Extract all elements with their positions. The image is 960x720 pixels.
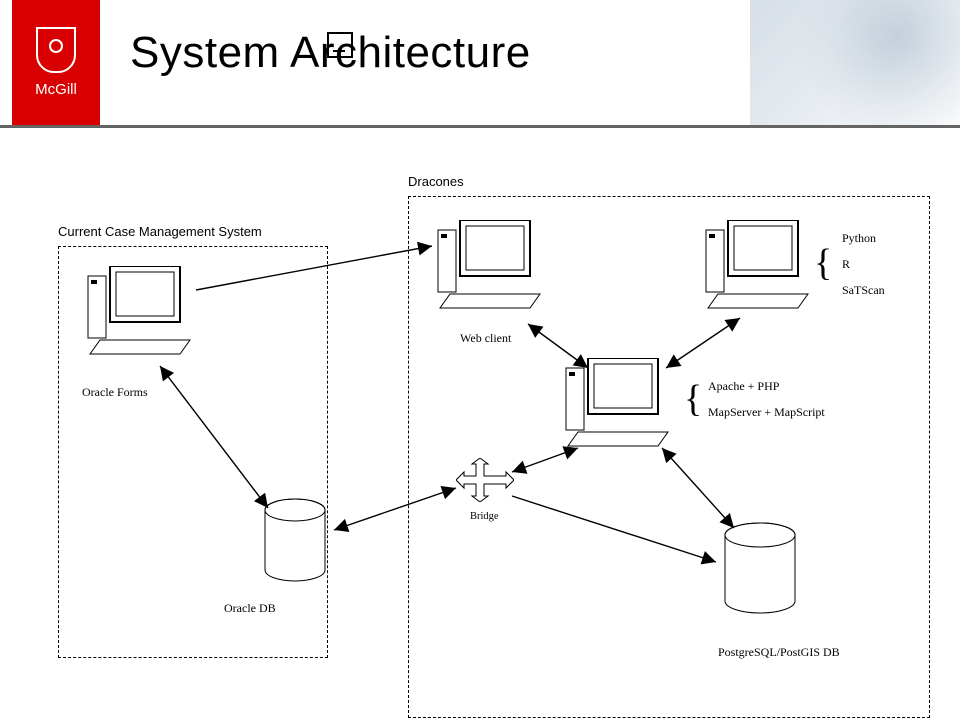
database-icon xyxy=(720,522,800,622)
label-pg-db: PostgreSQL/PostGIS DB xyxy=(718,642,840,662)
group-label-right: Dracones xyxy=(408,174,464,189)
node-bridge xyxy=(456,458,514,507)
shield-icon xyxy=(36,27,76,73)
architecture-diagram: Current Case Management System Dracones … xyxy=(0,128,960,720)
group-label-left: Current Case Management System xyxy=(58,224,262,239)
mcgill-logo: McGill xyxy=(12,0,100,125)
computer-icon xyxy=(700,220,810,312)
page-title: System Architecture xyxy=(130,28,531,78)
label-oracle-forms: Oracle Forms xyxy=(82,382,148,402)
label-appserver-0: Apache + PHP xyxy=(708,376,779,396)
logo-text: McGill xyxy=(35,81,77,98)
node-pg-db xyxy=(720,522,800,627)
label-web-client: Web client xyxy=(460,328,511,348)
database-icon xyxy=(260,498,330,590)
computer-icon xyxy=(560,358,670,450)
header-background-image xyxy=(750,0,960,125)
title-decor-icon xyxy=(327,32,353,58)
node-web-client xyxy=(432,220,542,317)
node-analytics xyxy=(700,220,810,317)
computer-icon xyxy=(432,220,542,312)
node-oracle-forms xyxy=(82,266,192,363)
bridge-icon xyxy=(456,458,514,502)
slide-header: McGill System Architecture xyxy=(0,0,960,128)
brace-icon: { xyxy=(814,244,832,282)
label-appserver-1: MapServer + MapScript xyxy=(708,402,825,422)
label-analytics-0: Python xyxy=(842,228,876,248)
label-analytics-2: SaTScan xyxy=(842,280,885,300)
node-oracle-db xyxy=(260,498,330,595)
label-oracle-db: Oracle DB xyxy=(224,598,276,618)
label-analytics-1: R xyxy=(842,254,850,274)
brace-icon: { xyxy=(684,380,702,418)
node-app-server xyxy=(560,358,670,455)
computer-icon xyxy=(82,266,192,358)
label-bridge: Bridge xyxy=(470,508,499,526)
